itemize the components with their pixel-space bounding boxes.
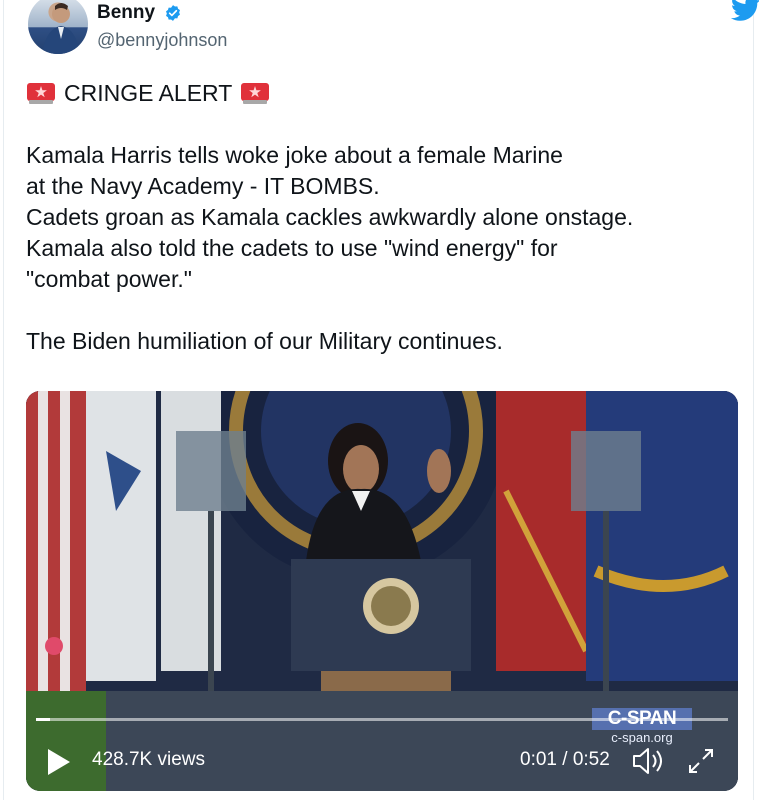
alert-line: CRINGE ALERT <box>26 78 741 109</box>
progress-fill <box>36 718 50 721</box>
video-player[interactable]: C-SPAN c-span.org 428.7K views 0:01 / 0:… <box>26 391 738 791</box>
tweet-line: Kamala also told the cadets to use "wind… <box>26 235 558 261</box>
alert-text: CRINGE ALERT <box>64 80 233 106</box>
tweet-line: Kamala Harris tells woke joke about a fe… <box>26 142 563 168</box>
police-siren-icon <box>27 82 55 104</box>
verified-badge-icon <box>166 5 180 21</box>
volume-icon[interactable] <box>630 746 666 776</box>
avatar[interactable] <box>28 0 88 54</box>
tweet-text: CRINGE ALERT Kamala Harris tells woke jo… <box>26 78 741 357</box>
frame-border-right <box>753 0 754 800</box>
frame-border-left <box>3 0 4 800</box>
time-display: 0:01 / 0:52 <box>520 749 610 770</box>
police-siren-icon <box>241 82 270 104</box>
view-count: 428.7K views <box>92 749 206 770</box>
tweet-line: The Biden humiliation of our Military co… <box>26 328 503 354</box>
tweet-line: at the Navy Academy - IT BOMBS. <box>26 173 380 199</box>
progress-bar[interactable] <box>36 718 728 721</box>
watermark-url: c-span.org <box>611 730 673 745</box>
cspan-watermark: C-SPAN c-span.org <box>592 708 692 750</box>
fullscreen-icon[interactable] <box>686 746 716 776</box>
tweet-line: Cadets groan as Kamala cackles awkwardly… <box>26 204 634 230</box>
user-handle[interactable]: @bennyjohnson <box>97 30 227 51</box>
twitter-bird-icon[interactable] <box>731 0 759 22</box>
display-name[interactable]: Benny <box>97 2 155 24</box>
play-icon[interactable] <box>46 747 72 777</box>
tweet-line: "combat power." <box>26 266 192 292</box>
tweet-header: Benny @bennyjohnson <box>25 0 759 62</box>
